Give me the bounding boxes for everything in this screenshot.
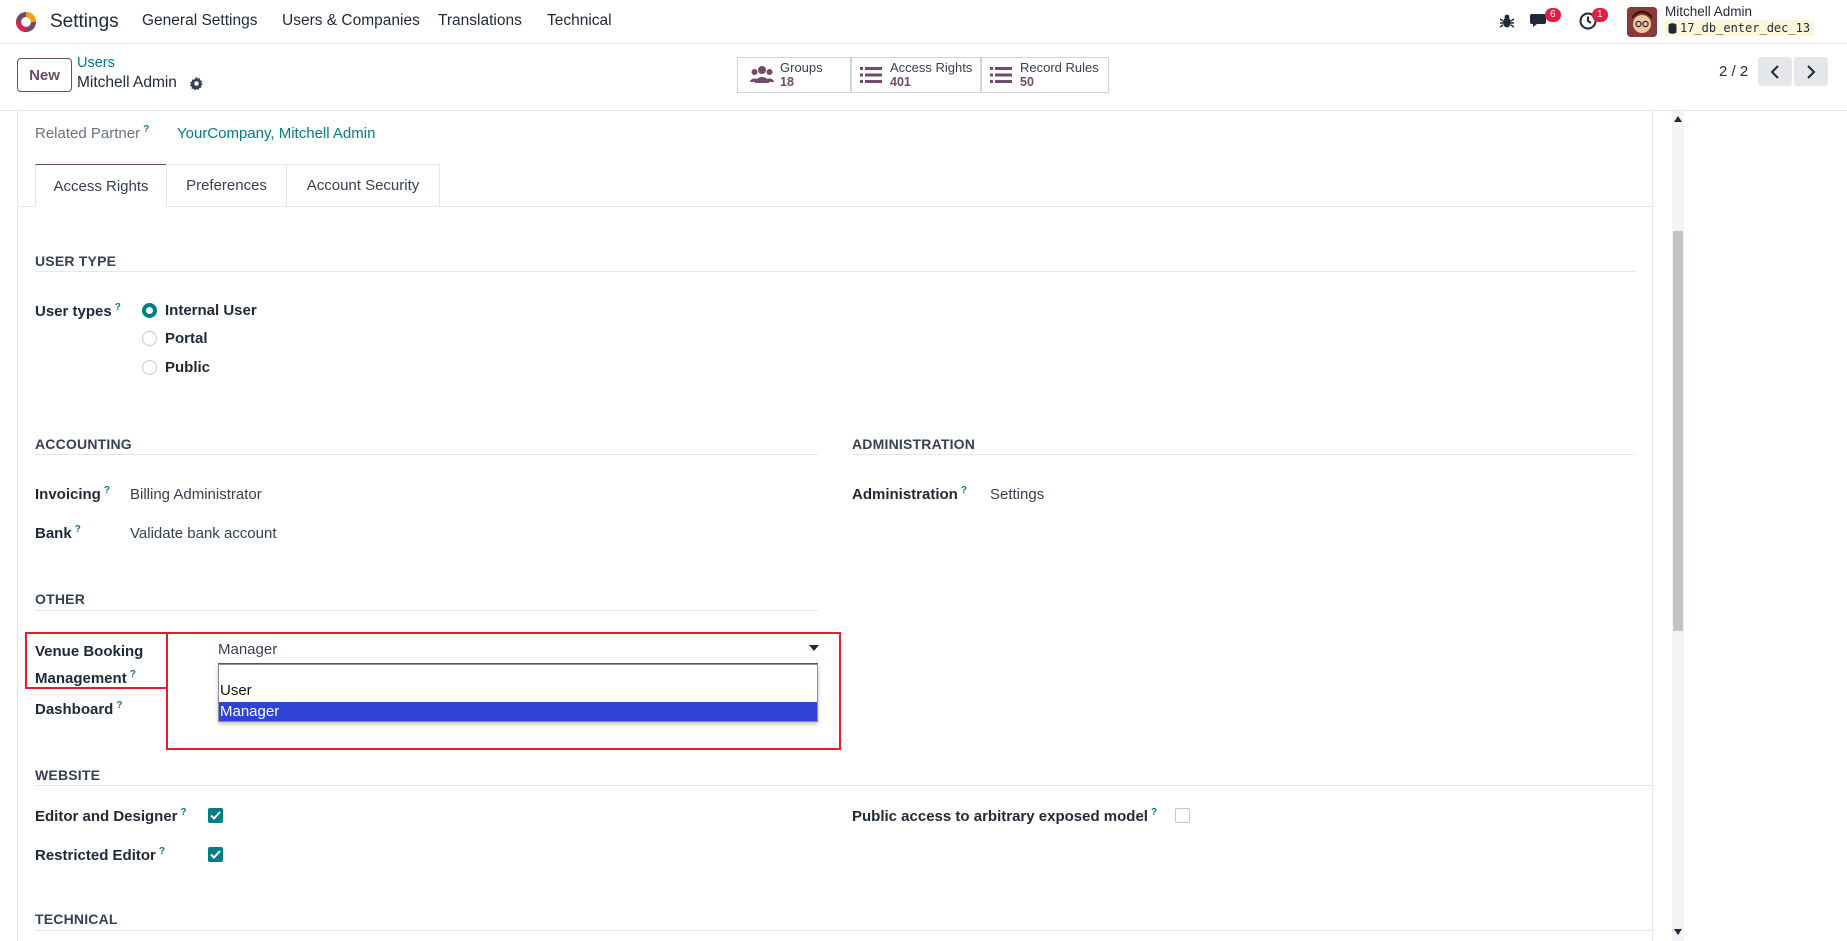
- gear-icon[interactable]: [189, 76, 204, 91]
- section-administration: ADMINISTRATION: [852, 436, 976, 452]
- invoicing-select[interactable]: Billing Administrator: [130, 486, 262, 503]
- debug-bug-icon[interactable]: [1499, 13, 1515, 29]
- bank-select[interactable]: Validate bank account: [130, 525, 277, 542]
- user-types-label: User types?: [35, 302, 121, 320]
- pager-next-button[interactable]: [1794, 57, 1828, 86]
- avatar[interactable]: [1627, 7, 1657, 37]
- menu-translations[interactable]: Translations: [438, 12, 522, 30]
- access-rights-stat-label: Access Rights: [890, 60, 973, 75]
- record-name: Mitchell Admin: [77, 74, 177, 91]
- section-divider: [35, 271, 1635, 272]
- user-name[interactable]: Mitchell Admin: [1665, 4, 1752, 19]
- tab-access-rights[interactable]: Access Rights: [35, 164, 167, 207]
- invoicing-label: Invoicing?: [35, 485, 110, 503]
- record-rules-stat-label: Record Rules: [1020, 60, 1099, 75]
- list-icon: [990, 67, 1012, 83]
- list-icon: [860, 67, 882, 83]
- editor-designer-checkbox[interactable]: [208, 808, 223, 823]
- tab-account-security[interactable]: Account Security: [286, 164, 440, 206]
- db-name-badge: 17_db_enter_dec_13: [1664, 20, 1815, 36]
- pager-previous-button[interactable]: [1758, 57, 1792, 86]
- new-button[interactable]: New: [17, 58, 72, 92]
- app-title[interactable]: Settings: [50, 11, 119, 33]
- menu-technical[interactable]: Technical: [547, 12, 612, 30]
- top-navbar: Settings General Settings Users & Compan…: [0, 0, 1847, 44]
- scrollbar-thumb[interactable]: [1673, 231, 1683, 631]
- groups-stat-label: Groups: [780, 60, 823, 75]
- scroll-down-arrow-icon[interactable]: [1674, 929, 1682, 935]
- restricted-editor-checkbox[interactable]: [208, 847, 223, 862]
- database-icon: [1668, 22, 1677, 34]
- avatar-face-icon: [1627, 7, 1657, 37]
- caret-down-icon[interactable]: [809, 645, 819, 651]
- record-rules-stat-value: 50: [1020, 75, 1034, 89]
- radio-public-label[interactable]: Public: [165, 359, 210, 376]
- activities-badge: 1: [1592, 8, 1608, 22]
- radio-portal-label[interactable]: Portal: [165, 330, 208, 347]
- access-rights-stat-value: 401: [890, 75, 911, 89]
- menu-general-settings[interactable]: General Settings: [142, 12, 257, 30]
- dropdown-option-user[interactable]: User: [219, 682, 817, 700]
- messages-badge: 6: [1545, 8, 1561, 22]
- dropdown-option-manager[interactable]: Manager: [219, 702, 817, 721]
- section-user-type: USER TYPE: [35, 253, 117, 269]
- chevron-left-icon: [1770, 64, 1779, 79]
- db-name: 17_db_enter_dec_13: [1680, 21, 1811, 35]
- groups-stat-button[interactable]: Groups 18: [737, 57, 851, 93]
- bank-label: Bank?: [35, 524, 81, 542]
- check-icon: [210, 850, 221, 859]
- scroll-up-arrow-icon[interactable]: [1674, 116, 1682, 122]
- access-rights-stat-button[interactable]: Access Rights 401: [851, 57, 981, 93]
- restricted-editor-label: Restricted Editor?: [35, 846, 165, 864]
- tab-preferences[interactable]: Preferences: [166, 164, 287, 206]
- public-access-label: Public access to arbitrary exposed model…: [852, 807, 1158, 825]
- venue-booking-label: Venue Booking Management?: [35, 643, 144, 687]
- dashboard-label: Dashboard?: [35, 700, 123, 718]
- vertical-scrollbar[interactable]: [1672, 111, 1684, 941]
- administration-label: Administration?: [852, 485, 967, 503]
- radio-portal[interactable]: [142, 331, 157, 346]
- groups-stat-value: 18: [780, 75, 794, 89]
- radio-internal-user[interactable]: [142, 303, 157, 318]
- related-partner-label: Related Partner?: [35, 124, 150, 142]
- section-divider: [852, 454, 1635, 455]
- section-website: WEBSITE: [35, 767, 101, 783]
- breadcrumb-users[interactable]: Users: [77, 55, 115, 71]
- section-divider: [35, 930, 1653, 931]
- chevron-right-icon: [1807, 64, 1816, 79]
- tabs-baseline: [17, 206, 1653, 207]
- radio-public[interactable]: [142, 360, 157, 375]
- section-divider: [35, 454, 818, 455]
- editor-designer-label: Editor and Designer?: [35, 807, 187, 825]
- record-rules-stat-button[interactable]: Record Rules 50: [981, 57, 1109, 93]
- groups-icon: [750, 66, 774, 83]
- pager-value[interactable]: 2 / 2: [1719, 63, 1748, 80]
- section-divider: [35, 610, 818, 611]
- odoo-logo-icon[interactable]: [14, 10, 38, 34]
- public-access-checkbox[interactable]: [1175, 808, 1190, 823]
- section-other: OTHER: [35, 591, 85, 607]
- radio-internal-user-label[interactable]: Internal User: [165, 302, 257, 319]
- venue-booking-select[interactable]: Manager: [218, 641, 277, 658]
- section-technical: TECHNICAL: [35, 911, 118, 927]
- section-divider: [35, 785, 1653, 786]
- administration-select[interactable]: Settings: [990, 486, 1044, 503]
- menu-users-companies[interactable]: Users & Companies: [282, 12, 420, 30]
- section-accounting: ACCOUNTING: [35, 436, 132, 452]
- related-partner-link[interactable]: YourCompany, Mitchell Admin: [177, 125, 375, 142]
- check-icon: [210, 811, 221, 820]
